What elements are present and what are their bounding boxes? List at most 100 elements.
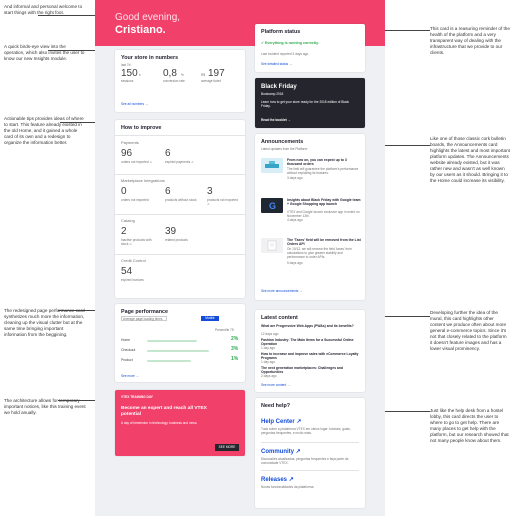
tip-label: expired invoices: [121, 278, 144, 282]
page-performance-card: Page performance Average page loading ti…: [115, 304, 245, 382]
tip-label: orders not imported: [121, 198, 149, 202]
bf-subtitle: Bootcamp 2018: [261, 92, 284, 96]
community-link[interactable]: Community ↗: [261, 448, 301, 455]
read-booklet-link[interactable]: Read the booklet →: [261, 118, 291, 122]
tip-value: 3: [207, 186, 213, 197]
stat-value: 0,8: [163, 68, 177, 79]
training-day-banner[interactable]: VTEX TRAINING DAY Become an expert and r…: [115, 390, 245, 456]
home-page: Good evening, Cristiano. Your store in n…: [95, 0, 385, 516]
perf-value: 1%: [231, 356, 239, 362]
tip-label: related products: [165, 238, 188, 242]
stat-value: 197: [208, 68, 225, 79]
stat-value: 150: [121, 68, 138, 79]
latest-content-card: Latest content What are Progressive Web …: [255, 310, 365, 392]
help-desc: Discussões atualizadas, perguntas freque…: [261, 457, 349, 465]
card-title: Need help?: [261, 403, 291, 409]
annotation-help: Just like the help desk from a hostel lo…: [430, 408, 509, 443]
divider: [115, 135, 245, 136]
stat-label: sessions: [121, 79, 134, 83]
announcement-image: G: [261, 198, 283, 213]
see-more-link[interactable]: See more →: [121, 374, 139, 378]
tip-label: orders not imported ⚠: [121, 160, 153, 164]
black-friday-card[interactable]: Black Friday Bootcamp 2018 Learn how to …: [255, 78, 365, 128]
help-desc: Novas funcionalidades da plataforma.: [261, 485, 315, 489]
perf-bar: [147, 340, 197, 342]
row-label: Checkout: [121, 348, 136, 352]
tip-value: 6: [165, 186, 171, 197]
card-subtitle: Latest updates from the Platform: [261, 147, 308, 151]
card-title: How to improve: [121, 125, 162, 131]
how-to-improve-card: How to improve Payments 96 orders not im…: [115, 120, 245, 298]
need-help-card: Need help? Help Center ↗ Tudo sobre a pl…: [255, 398, 365, 508]
announcement-desc: On 10/12, we will remove the field 'taxe…: [287, 247, 352, 259]
announcement-image: [261, 238, 283, 253]
content-title[interactable]: How to increase and improve sales with e…: [261, 352, 359, 360]
mobile-button[interactable]: Mobile: [201, 316, 219, 321]
detailed-status-link[interactable]: See detailed status →: [261, 62, 292, 66]
stat-unit: k: [139, 73, 141, 77]
metric-select[interactable]: Average page loading times: [121, 316, 167, 321]
announcement-title[interactable]: The 'Taxes' field will be removed from t…: [287, 238, 361, 246]
perf-bar: [147, 360, 191, 362]
row-label: Home: [121, 338, 131, 342]
divider: [115, 214, 245, 215]
releases-link[interactable]: Releases ↗: [261, 476, 294, 483]
screenshot-canvas: And informal and personal welcome to sta…: [0, 0, 512, 516]
greeting: Good evening,: [115, 12, 181, 23]
perf-bar: [147, 350, 209, 352]
tip-value: 39: [165, 226, 177, 237]
status-message: ✓ Everything is running correctly.: [261, 41, 319, 45]
divider: [115, 254, 245, 255]
announcement-image: [261, 158, 283, 173]
card-title: Your store in numbers: [121, 55, 179, 61]
content-date: 1 day ago: [261, 360, 276, 364]
platform-status-card: Platform status ✓ Everything is running …: [255, 24, 365, 72]
section-label: Marketplace Integrations: [121, 178, 165, 183]
tip-value: 0: [121, 186, 127, 197]
content-title[interactable]: What are Progressive Web Apps (PWAs) and…: [261, 324, 359, 328]
divider: [261, 442, 359, 443]
svg-text:G: G: [269, 201, 276, 211]
tip-label: expired payments ⚠: [165, 160, 194, 164]
help-center-link[interactable]: Help Center ↗: [261, 418, 301, 425]
stat-unit: R$: [201, 73, 206, 77]
bf-desc: Learn how to get your store ready for th…: [261, 100, 350, 108]
status-updated: Last incident reported 3 days ago.: [261, 52, 310, 56]
percentile-label: Percentile 75: [215, 328, 234, 332]
tip-label: products not exported ⚠: [207, 198, 238, 206]
annotation-latest: Developing further the idea of the mural…: [430, 310, 507, 351]
card-title: Latest content: [261, 315, 298, 321]
tip-value: 2: [121, 226, 127, 237]
see-more-button[interactable]: SEE MORE: [215, 444, 239, 451]
content-title[interactable]: The next generation marketplaces: Challe…: [261, 366, 359, 374]
store-numbers-card: Your store in numbers last 7d 150 k sess…: [115, 50, 245, 112]
card-title: Page performance: [121, 309, 169, 315]
divider: [115, 174, 245, 175]
content-title[interactable]: Fashion Industry: The Main Items for a S…: [261, 338, 359, 346]
annotation-improve: Actionable tips provides ideas of where …: [4, 116, 84, 145]
announcement-date: 5 days ago: [287, 261, 303, 265]
annotation-status: This card is a reasuring reminder of the…: [430, 26, 510, 55]
tip-value: 6: [165, 148, 171, 159]
see-more-announcements-link[interactable]: See more announcements →: [261, 289, 302, 293]
see-more-content-link[interactable]: See more content →: [261, 383, 290, 387]
perf-value: 2%: [231, 336, 239, 342]
perf-value: 3%: [231, 346, 239, 352]
promo-desc: A day of immersion in technology, busine…: [121, 421, 198, 425]
announcement-desc: The limit will guarantee the platform's …: [287, 167, 359, 175]
announcement-title[interactable]: Insights about Black Friday with Google …: [287, 198, 361, 206]
row-label: Product: [121, 358, 133, 362]
card-title: Platform status: [261, 29, 301, 35]
help-desc: Tudo sobre a plataforma VTEX em vários l…: [261, 427, 351, 435]
tip-label: inactive products with stock ⚠: [121, 238, 152, 246]
stat-label: average ticket: [201, 79, 221, 83]
announcement-title[interactable]: From now on, you can expect up to 3 thou…: [287, 158, 361, 166]
annotation-announcements: Like one of those classic cork bulletin …: [430, 136, 510, 183]
see-all-numbers-link[interactable]: See all numbers →: [121, 102, 148, 106]
tip-value: 96: [121, 148, 133, 159]
section-label: Catalog: [121, 218, 135, 223]
section-label: Credit Control: [121, 258, 146, 263]
stat-unit: %: [181, 73, 184, 77]
tip-value: 54: [121, 266, 133, 277]
announcements-card: Announcements Latest updates from the Pl…: [255, 134, 365, 300]
